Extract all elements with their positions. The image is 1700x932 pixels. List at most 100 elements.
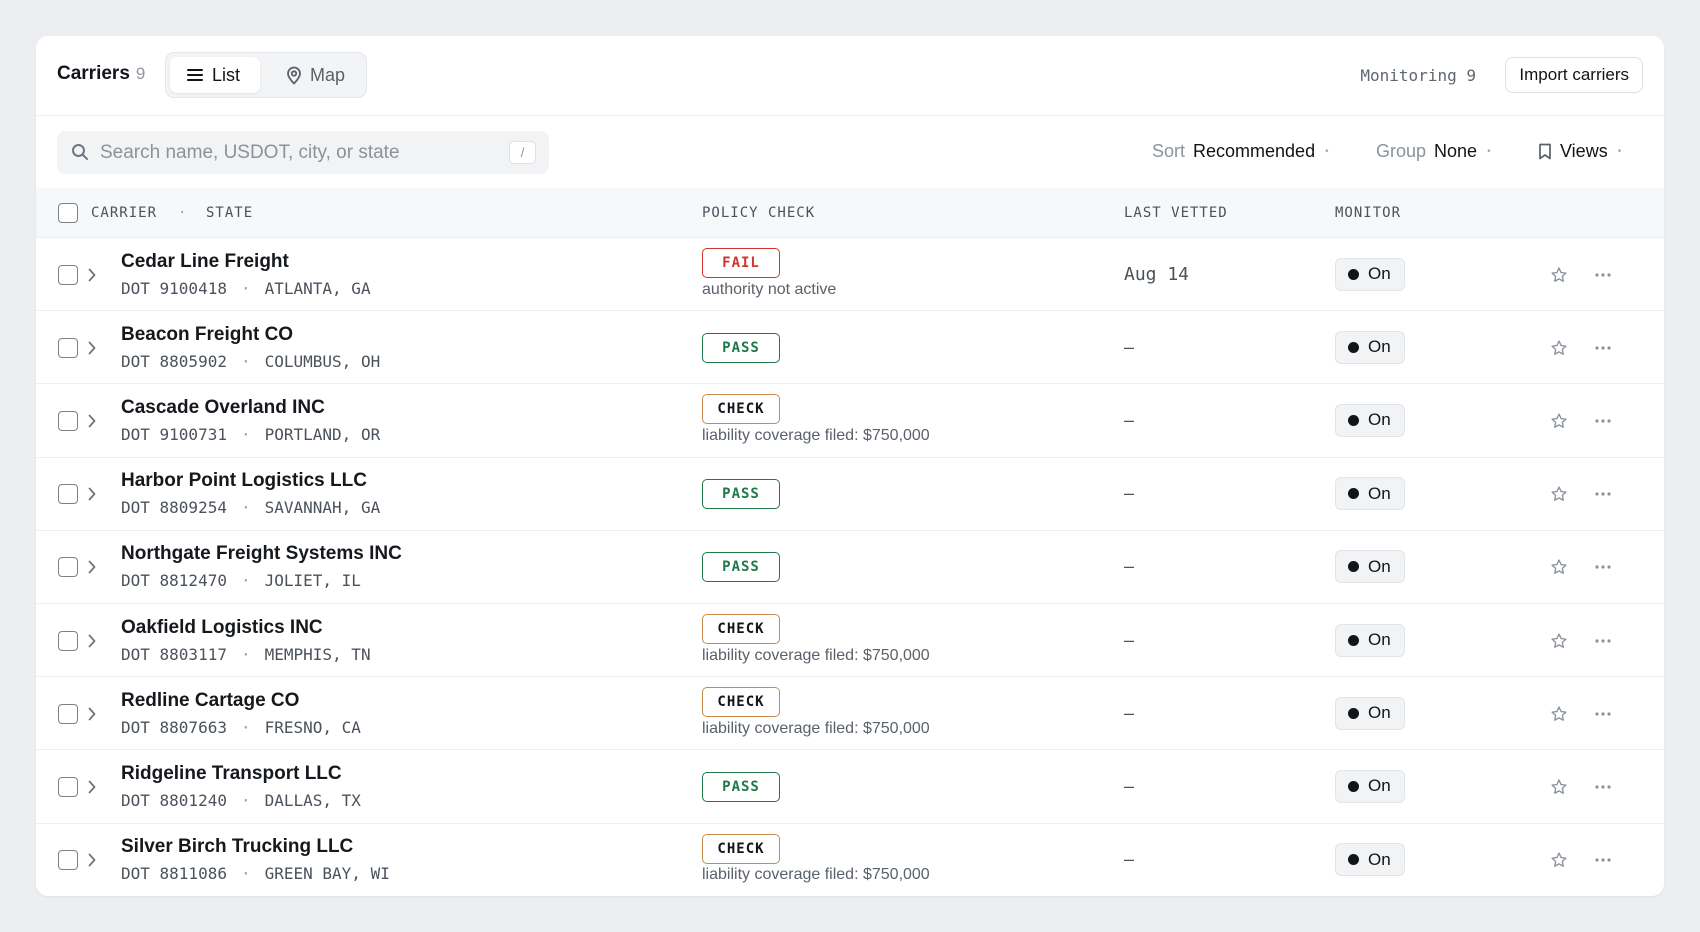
monitor-toggle[interactable]: On [1335,550,1405,584]
page-title-label: Carriers [57,63,130,84]
more-options-icon[interactable] [1594,345,1612,351]
tab-map-label: Map [310,64,346,85]
carrier-name[interactable]: Cedar Line Freight [121,251,289,273]
last-vetted: – [1124,702,1135,723]
import-carriers-button[interactable]: Import carriers [1505,57,1643,93]
status-dot-icon [1348,780,1359,792]
more-options-icon[interactable] [1594,272,1612,278]
monitor-toggle[interactable]: On [1335,623,1405,657]
carrier-name[interactable]: Redline Cartage CO [121,690,299,712]
star-icon[interactable] [1550,778,1568,796]
row-checkbox[interactable] [58,630,78,651]
row-checkbox[interactable] [58,410,78,431]
monitor-toggle[interactable]: On [1335,696,1405,730]
monitor-toggle[interactable]: On [1335,330,1405,364]
row-checkbox[interactable] [58,337,78,358]
chevron-right-icon[interactable] [87,340,97,356]
table-row[interactable]: Ridgeline Transport LLC DOT 8801240 · DALL… [36,750,1664,824]
monitor-toggle[interactable]: On [1335,403,1405,437]
star-icon[interactable] [1550,485,1568,503]
star-icon[interactable] [1550,632,1568,650]
more-options-icon[interactable] [1594,638,1612,644]
column-separator: · [178,205,188,221]
table-row[interactable]: Beacon Freight CO DOT 8805902 · COLUMBUS, … [36,311,1664,385]
row-checkbox[interactable] [58,850,78,871]
meta-separator: · [240,351,251,371]
chevron-right-icon[interactable] [87,633,97,649]
chevron-right-icon[interactable] [87,486,97,502]
monitoring-count: 9 [1466,66,1476,85]
carrier-name[interactable]: Oakfield Logistics INC [121,617,323,639]
carrier-dot-number: DOT 8809254 [121,498,227,518]
table-row[interactable]: Redline Cartage CO DOT 8807663 · FRESNO, C… [36,677,1664,751]
row-checkbox[interactable] [58,776,78,797]
star-icon[interactable] [1550,705,1568,723]
chevron-right-icon[interactable] [87,852,97,868]
table-row[interactable]: Cedar Line Freight DOT 9100418 · ATLANTA, … [36,238,1664,312]
search-box: / [57,131,549,174]
more-options-icon[interactable] [1594,564,1612,570]
more-options-icon[interactable] [1594,711,1612,717]
carrier-location: COLUMBUS, OH [264,351,381,371]
carrier-name[interactable]: Cascade Overland INC [121,397,325,419]
more-options-icon[interactable] [1594,418,1612,424]
row-checkbox[interactable] [58,703,78,724]
table-row[interactable]: Cascade Overland INC DOT 9100731 · PORTLAN… [36,384,1664,458]
more-options-icon[interactable] [1594,857,1612,863]
chevron-right-icon[interactable] [87,779,97,795]
carrier-name[interactable]: Harbor Point Logistics LLC [121,470,367,492]
group-control[interactable]: Group None • [1376,141,1491,162]
column-carrier[interactable]: CARRIER [91,205,157,221]
monitor-label: On [1368,410,1391,430]
sort-control[interactable]: Sort Recommended • [1152,141,1329,162]
meta-separator: · [240,424,251,444]
star-icon[interactable] [1550,851,1568,869]
policy-note: liability coverage filed: $750,000 [702,426,930,444]
table-row[interactable]: Northgate Freight Systems INC DOT 881247… [36,531,1664,604]
carrier-name[interactable]: Ridgeline Transport LLC [121,763,342,785]
policy-note: liability coverage filed: $750,000 [702,866,930,884]
column-state[interactable]: STATE [206,205,253,221]
monitor-label: On [1368,849,1391,869]
carrier-dot-number: DOT 8807663 [121,717,227,737]
chevron-right-icon[interactable] [87,706,97,722]
carrier-dot-number: DOT 9100731 [121,424,227,444]
more-options-icon[interactable] [1594,784,1612,790]
row-checkbox[interactable] [58,557,78,578]
search-input[interactable] [100,131,480,174]
monitor-label: On [1368,776,1391,796]
tab-list[interactable]: List [170,57,260,93]
row-checkbox[interactable] [58,484,78,505]
map-pin-icon [287,66,301,85]
last-vetted: – [1124,775,1135,796]
column-policy-check[interactable]: POLICY CHECK [702,205,815,221]
monitor-toggle[interactable]: On [1335,257,1405,291]
table-row[interactable]: Silver Birch Trucking LLC DOT 8811086 · GR… [36,824,1664,896]
star-icon[interactable] [1550,339,1568,357]
more-options-icon[interactable] [1594,491,1612,497]
carrier-name[interactable]: Beacon Freight CO [121,324,293,346]
column-last-vetted[interactable]: LAST VETTED [1124,205,1228,221]
tab-map[interactable]: Map [270,57,362,93]
carrier-name[interactable]: Silver Birch Trucking LLC [121,836,353,858]
tab-list-label: List [212,64,241,85]
carrier-meta: DOT 8811086 · GREEN BAY, WI [121,864,390,883]
monitor-toggle[interactable]: On [1335,769,1405,803]
chevron-right-icon[interactable] [87,413,97,429]
monitor-toggle[interactable]: On [1335,843,1405,877]
table-row[interactable]: Oakfield Logistics INC DOT 8803117 · MEMPH… [36,604,1664,678]
monitor-toggle[interactable]: On [1335,477,1405,511]
chevron-right-icon[interactable] [87,559,97,575]
select-all-checkbox[interactable] [58,203,78,223]
carrier-count: 9 [135,64,146,83]
views-control[interactable]: Views • [1538,141,1621,162]
table-row[interactable]: Harbor Point Logistics LLC DOT 8809254 · S… [36,458,1664,531]
star-icon[interactable] [1550,266,1568,284]
chevron-right-icon[interactable] [87,267,97,283]
carrier-name[interactable]: Northgate Freight Systems INC [121,543,402,565]
star-icon[interactable] [1550,412,1568,430]
column-monitor[interactable]: MONITOR [1335,205,1401,221]
star-icon[interactable] [1550,558,1568,576]
monitor-label: On [1368,703,1391,723]
row-checkbox[interactable] [58,264,78,285]
